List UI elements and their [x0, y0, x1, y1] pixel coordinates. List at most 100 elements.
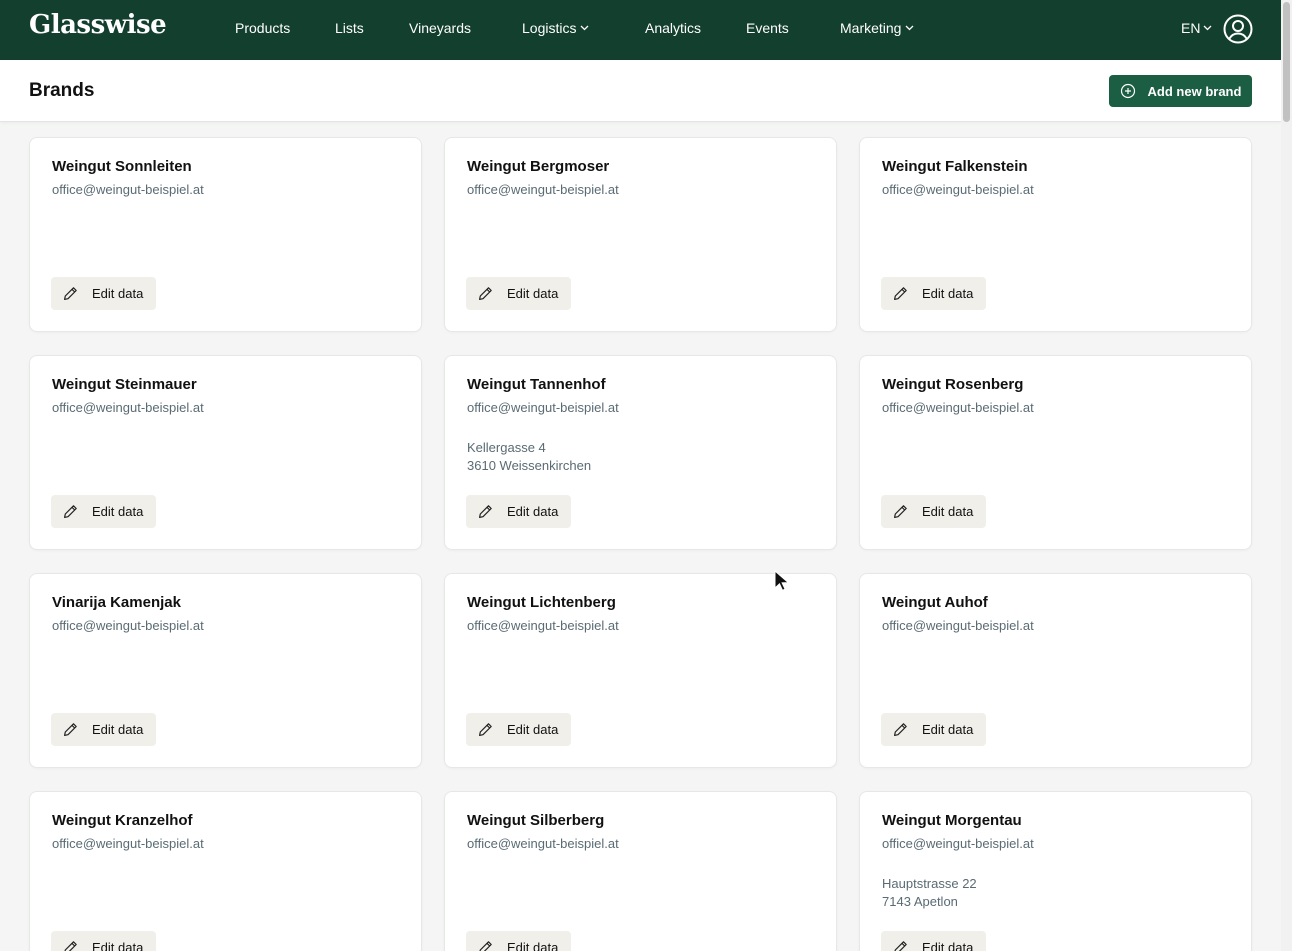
brand-name: Weingut Kranzelhof [52, 812, 193, 829]
brand-email: office@weingut-beispiel.at [52, 618, 204, 633]
pencil-icon [894, 505, 907, 518]
brand-card: Weingut Bergmoser office@weingut-beispiel… [444, 137, 837, 332]
brand-name: Vinarija Kamenjak [52, 594, 181, 611]
edit-data-label: Edit data [922, 940, 974, 951]
nav-item-label: Lists [335, 20, 364, 36]
edit-data-button[interactable]: Edit data [881, 931, 986, 951]
edit-data-label: Edit data [92, 940, 144, 951]
brand-name: Weingut Bergmoser [467, 158, 610, 175]
nav-item-logistics[interactable]: Logistics [522, 20, 589, 36]
edit-data-label: Edit data [922, 504, 974, 519]
edit-data-label: Edit data [507, 504, 559, 519]
edit-data-button[interactable]: Edit data [51, 277, 156, 310]
brand-name: Weingut Falkenstein [882, 158, 1028, 175]
nav-item-label: Marketing [840, 20, 902, 36]
edit-data-label: Edit data [507, 286, 559, 301]
chevron-down-icon [581, 25, 589, 31]
pencil-icon [479, 941, 492, 951]
brand-name: Weingut Steinmauer [52, 376, 197, 393]
pencil-icon [479, 723, 492, 736]
brand-email: office@weingut-beispiel.at [467, 400, 619, 415]
nav-item-lists[interactable]: Lists [335, 20, 364, 36]
pencil-icon [63, 287, 77, 300]
nav-item-label: Logistics [522, 20, 577, 36]
pencil-icon [63, 723, 77, 736]
edit-data-button[interactable]: Edit data [51, 931, 156, 951]
edit-data-button[interactable]: Edit data [51, 713, 156, 746]
edit-data-label: Edit data [92, 722, 144, 737]
brand-email: office@weingut-beispiel.at [467, 618, 619, 633]
edit-data-button[interactable]: Edit data [466, 277, 571, 310]
brand-address: Hauptstrasse 22 7143 Apetlon [882, 875, 977, 911]
brand-name: Weingut Silberberg [467, 812, 605, 829]
brand-card: Weingut Silberberg office@weingut-beispie… [444, 791, 837, 951]
nav-item-events[interactable]: Events [746, 20, 789, 36]
nav-item-vineyards[interactable]: Vineyards [409, 20, 471, 36]
add-new-brand-button[interactable]: Add new brand [1109, 75, 1252, 107]
brand-address-city: 7143 Apetlon [882, 894, 958, 909]
brand-name: Weingut Tannenhof [467, 376, 606, 393]
brand-card: Weingut Lichtenberg office@weingut-beispi… [444, 573, 837, 768]
brand-name: Weingut Morgentau [882, 812, 1022, 829]
edit-data-label: Edit data [922, 286, 974, 301]
scrollbar-thumb[interactable] [1283, 2, 1290, 122]
chevron-down-icon [906, 25, 914, 31]
pencil-icon [479, 287, 492, 300]
nav-item-label: Events [746, 20, 789, 36]
edit-data-label: Edit data [92, 286, 144, 301]
brand-name: Weingut Sonnleiten [52, 158, 192, 175]
brand-email: office@weingut-beispiel.at [467, 182, 619, 197]
nav-item-label: Vineyards [409, 20, 472, 36]
chevron-down-icon [1203, 25, 1212, 31]
brand-card: Weingut Sonnleiten office@weingut-beispie… [29, 137, 422, 332]
nav-item-analytics[interactable]: Analytics [645, 20, 701, 36]
page-scrollbar[interactable] [1281, 0, 1292, 951]
language-label: EN [1181, 20, 1201, 36]
nav-item-products[interactable]: Products [235, 20, 290, 36]
top-navigation-bar: Glasswise Products Lists Vineyards Logis… [0, 0, 1281, 60]
edit-data-label: Edit data [507, 940, 559, 951]
page-title: Brands [29, 80, 95, 101]
brand-name: Weingut Rosenberg [882, 376, 1024, 393]
brand-card: Weingut Tannenhof office@weingut-beispiel… [444, 355, 837, 550]
edit-data-button[interactable]: Edit data [466, 713, 571, 746]
edit-data-button[interactable]: Edit data [881, 495, 986, 528]
nav-item-marketing[interactable]: Marketing [840, 20, 914, 36]
brand-email: office@weingut-beispiel.at [882, 400, 1034, 415]
nav-item-label: Analytics [645, 20, 702, 36]
edit-data-button[interactable]: Edit data [881, 277, 986, 310]
edit-data-button[interactable]: Edit data [466, 495, 571, 528]
edit-data-button[interactable]: Edit data [466, 931, 571, 951]
pencil-icon [894, 723, 907, 736]
page-header: Brands Add new brand [0, 60, 1281, 122]
pencil-icon [64, 941, 77, 951]
brand-card: Weingut Morgentau office@weingut-beispiel… [859, 791, 1252, 951]
brand-email: office@weingut-beispiel.at [467, 836, 619, 851]
plus-circle-icon [1120, 83, 1135, 99]
brand-address-street: Hauptstrasse 22 [882, 876, 977, 891]
brand-card: Weingut Kranzelhof office@weingut-beispie… [29, 791, 422, 951]
brand-name: Weingut Lichtenberg [467, 594, 616, 611]
pencil-icon [894, 287, 907, 300]
brand-card: Weingut Falkenstein office@weingut-beispi… [859, 137, 1252, 332]
brand-address-city: 3610 Weissenkirchen [467, 458, 592, 473]
brand-email: office@weingut-beispiel.at [882, 182, 1034, 197]
app-logo[interactable]: Glasswise [29, 10, 167, 40]
brand-email: office@weingut-beispiel.at [52, 400, 204, 415]
brand-email: office@weingut-beispiel.at [52, 182, 204, 197]
brand-card: Weingut Rosenberg office@weingut-beispiel… [859, 355, 1252, 550]
brand-email: office@weingut-beispiel.at [882, 836, 1034, 851]
pencil-icon [63, 505, 77, 518]
edit-data-button[interactable]: Edit data [51, 495, 156, 528]
pencil-icon [479, 505, 492, 518]
brand-email: office@weingut-beispiel.at [52, 836, 204, 851]
language-selector[interactable]: EN [1181, 20, 1212, 36]
brand-email: office@weingut-beispiel.at [882, 618, 1034, 633]
brand-card-grid: Weingut Sonnleiten office@weingut-beispie… [29, 137, 1252, 951]
brand-card: Weingut Steinmauer office@weingut-beispie… [29, 355, 422, 550]
add-new-brand-label: Add new brand [1147, 83, 1242, 99]
user-circle-icon[interactable] [1223, 14, 1253, 44]
edit-data-button[interactable]: Edit data [881, 713, 986, 746]
edit-data-label: Edit data [92, 504, 144, 519]
edit-data-label: Edit data [507, 722, 559, 737]
